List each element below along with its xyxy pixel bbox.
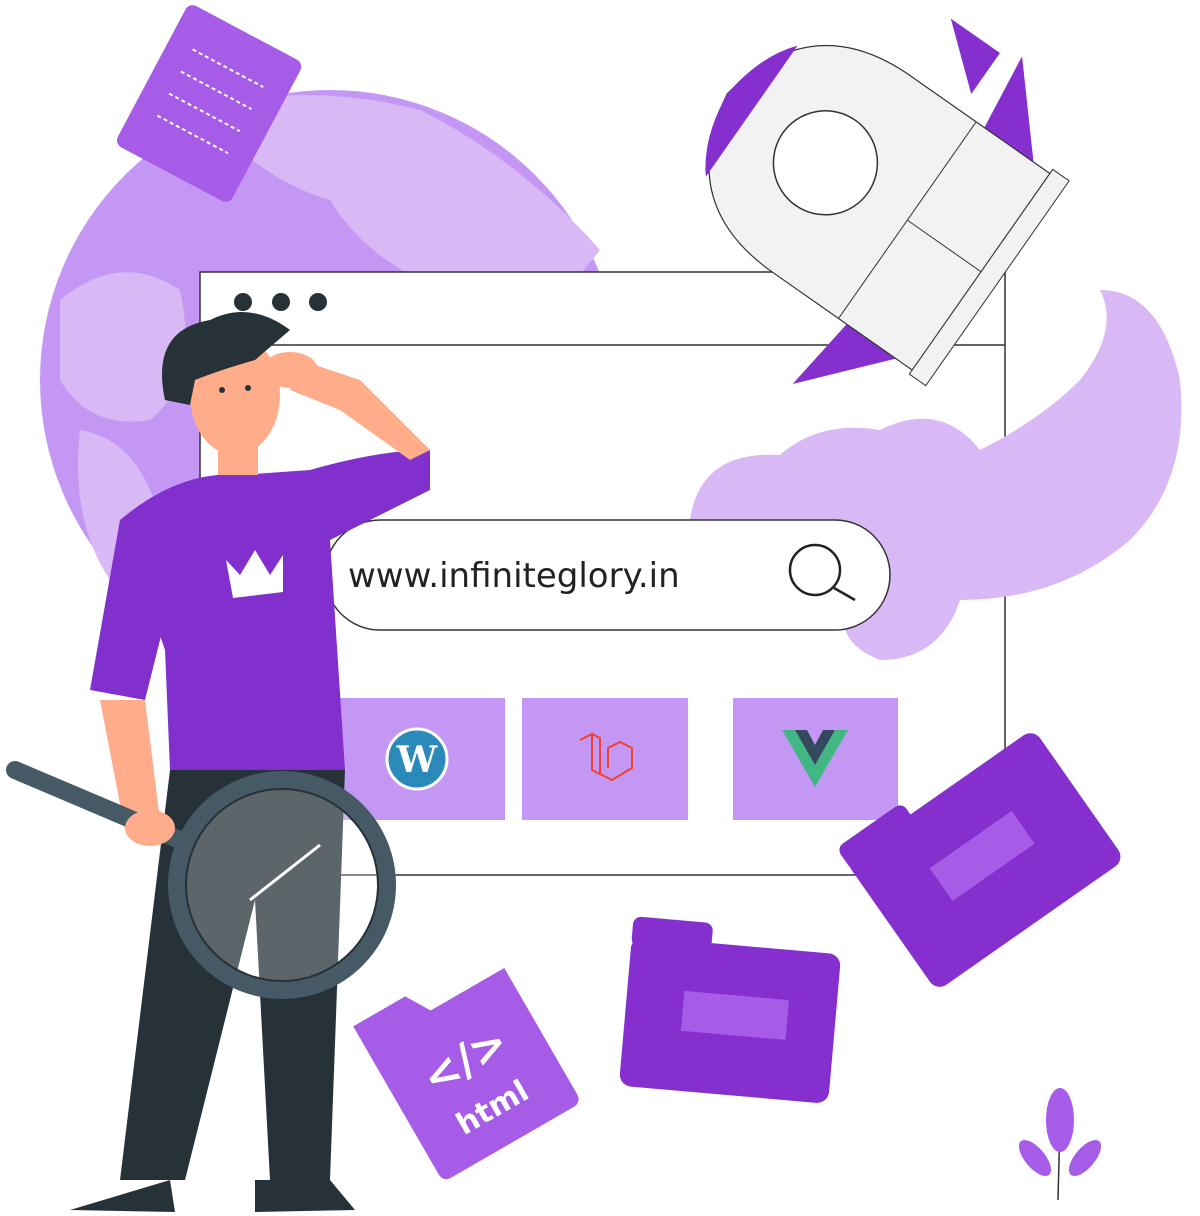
search-bar[interactable]: www.infiniteglory.in	[324, 519, 891, 631]
wordpress-logo-icon: W	[385, 727, 449, 791]
tile-laravel[interactable]	[522, 698, 688, 820]
window-dot-icon	[309, 293, 327, 311]
folder-icon	[619, 916, 841, 1103]
window-dot-icon	[272, 293, 290, 311]
plant-icon	[1018, 1088, 1102, 1201]
window-dot-icon	[234, 293, 252, 311]
tile-vue[interactable]	[733, 698, 898, 820]
tile-wordpress[interactable]: W	[340, 698, 505, 820]
search-url-text: www.infiniteglory.in	[348, 556, 680, 596]
illustration: www.infiniteglory.in W </> html	[6, 5, 1182, 1212]
html-file-icon: </> html	[353, 968, 579, 1180]
svg-text:W: W	[396, 739, 438, 781]
